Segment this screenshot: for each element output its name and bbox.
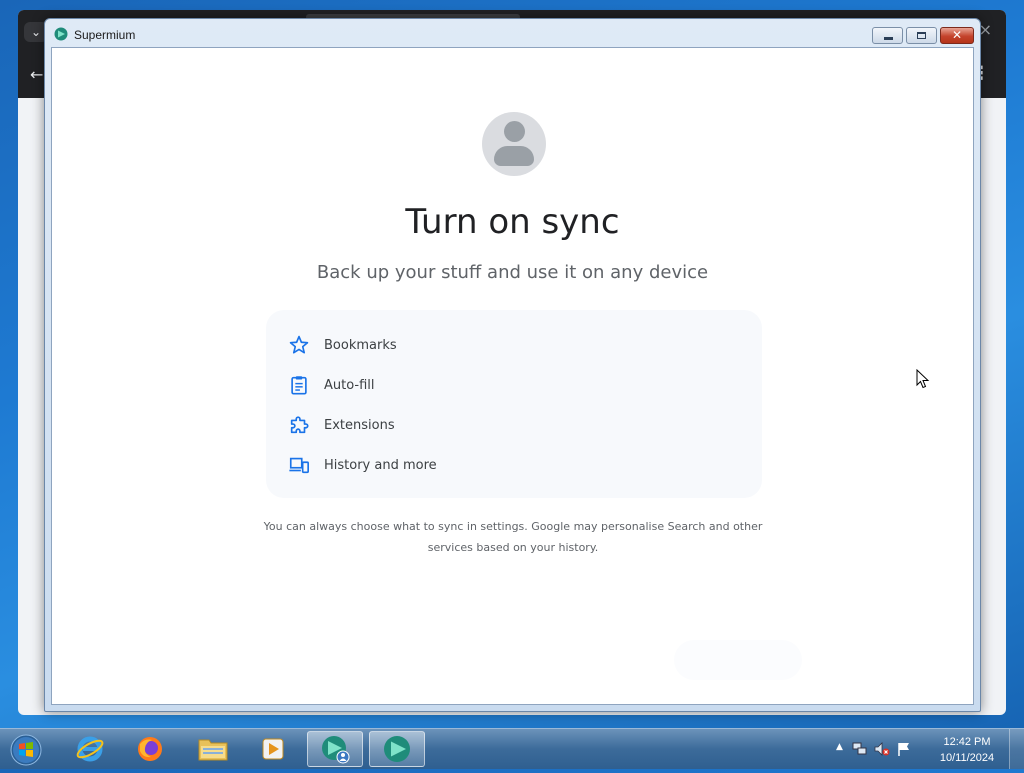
sync-footnote: You can always choose what to sync in se…	[252, 516, 774, 558]
feature-extensions: Extensions	[288, 411, 395, 439]
mouse-cursor-icon	[916, 369, 930, 389]
feature-label: Auto-fill	[324, 377, 375, 393]
maximize-button[interactable]	[906, 27, 937, 44]
feature-label: Bookmarks	[324, 337, 397, 353]
close-button[interactable]: ✕	[940, 27, 974, 44]
feature-autofill: Auto-fill	[288, 371, 375, 399]
back-arrow-icon[interactable]: ←	[30, 65, 43, 84]
clock-date: 10/11/2024	[939, 752, 995, 764]
close-icon: ✕	[951, 28, 963, 42]
taskbar-supermium[interactable]	[369, 731, 425, 767]
internet-explorer-icon	[76, 736, 104, 762]
feature-bookmarks: Bookmarks	[288, 331, 397, 359]
dialog-content: Turn on sync Back up your stuff and use …	[51, 47, 974, 705]
minimize-button[interactable]	[872, 27, 903, 44]
supermium-app-icon	[54, 27, 68, 41]
windows-start-orb-icon	[10, 734, 42, 766]
taskbar-supermium-profile[interactable]	[307, 731, 363, 767]
taskbar-internet-explorer[interactable]	[62, 731, 118, 767]
devices-icon	[289, 457, 309, 474]
avatar-body	[494, 146, 534, 166]
avatar-head	[504, 121, 525, 142]
media-player-icon	[262, 738, 284, 760]
firefox-icon	[138, 737, 162, 761]
folder-icon	[198, 739, 228, 761]
taskbar-file-explorer[interactable]	[185, 731, 241, 767]
footnote-line: You can always choose what to sync in se…	[263, 520, 763, 533]
supermium-profile-icon	[322, 736, 350, 764]
taskbar: ▲ 12:42 PM 10/11/2024	[0, 728, 1024, 769]
star-icon	[289, 335, 309, 354]
feature-label: Extensions	[324, 417, 395, 433]
volume-muted-icon[interactable]	[874, 741, 890, 757]
footnote-line: services based on your history.	[427, 541, 599, 554]
window-controls: ✕	[869, 27, 974, 44]
window-title: Supermium	[74, 28, 136, 42]
system-tray: ▲ 12:42 PM 10/11/2024	[834, 729, 1024, 769]
sync-features-card: Bookmarks Auto-fill Extensions History a…	[266, 310, 762, 498]
feature-label: History and more	[324, 457, 437, 473]
taskbar-clock[interactable]: 12:42 PM 10/11/2024	[932, 734, 1002, 766]
puzzle-icon	[290, 416, 309, 434]
start-button[interactable]	[6, 731, 46, 769]
minimize-icon	[884, 37, 893, 40]
supermium-icon	[384, 736, 410, 762]
page-title: Turn on sync	[405, 202, 620, 242]
maximize-icon	[917, 32, 926, 39]
show-desktop-button[interactable]	[1009, 729, 1024, 769]
action-center-flag-icon[interactable]	[896, 741, 912, 757]
show-hidden-icons-button[interactable]: ▲	[836, 742, 843, 752]
dialog-titlebar[interactable]: Supermium ✕	[45, 19, 980, 47]
clipboard-icon	[291, 376, 307, 395]
clock-time: 12:42 PM	[943, 736, 991, 748]
sync-dialog-window: Supermium ✕ Turn on sync Back up your st…	[44, 18, 981, 712]
taskbar-media-player[interactable]	[245, 731, 301, 767]
confirm-button-placeholder[interactable]	[674, 640, 802, 680]
taskbar-firefox[interactable]	[122, 731, 178, 767]
network-icon[interactable]	[852, 741, 868, 757]
page-subtitle: Back up your stuff and use it on any dev…	[316, 262, 709, 283]
avatar	[482, 112, 546, 176]
feature-history: History and more	[288, 451, 437, 479]
